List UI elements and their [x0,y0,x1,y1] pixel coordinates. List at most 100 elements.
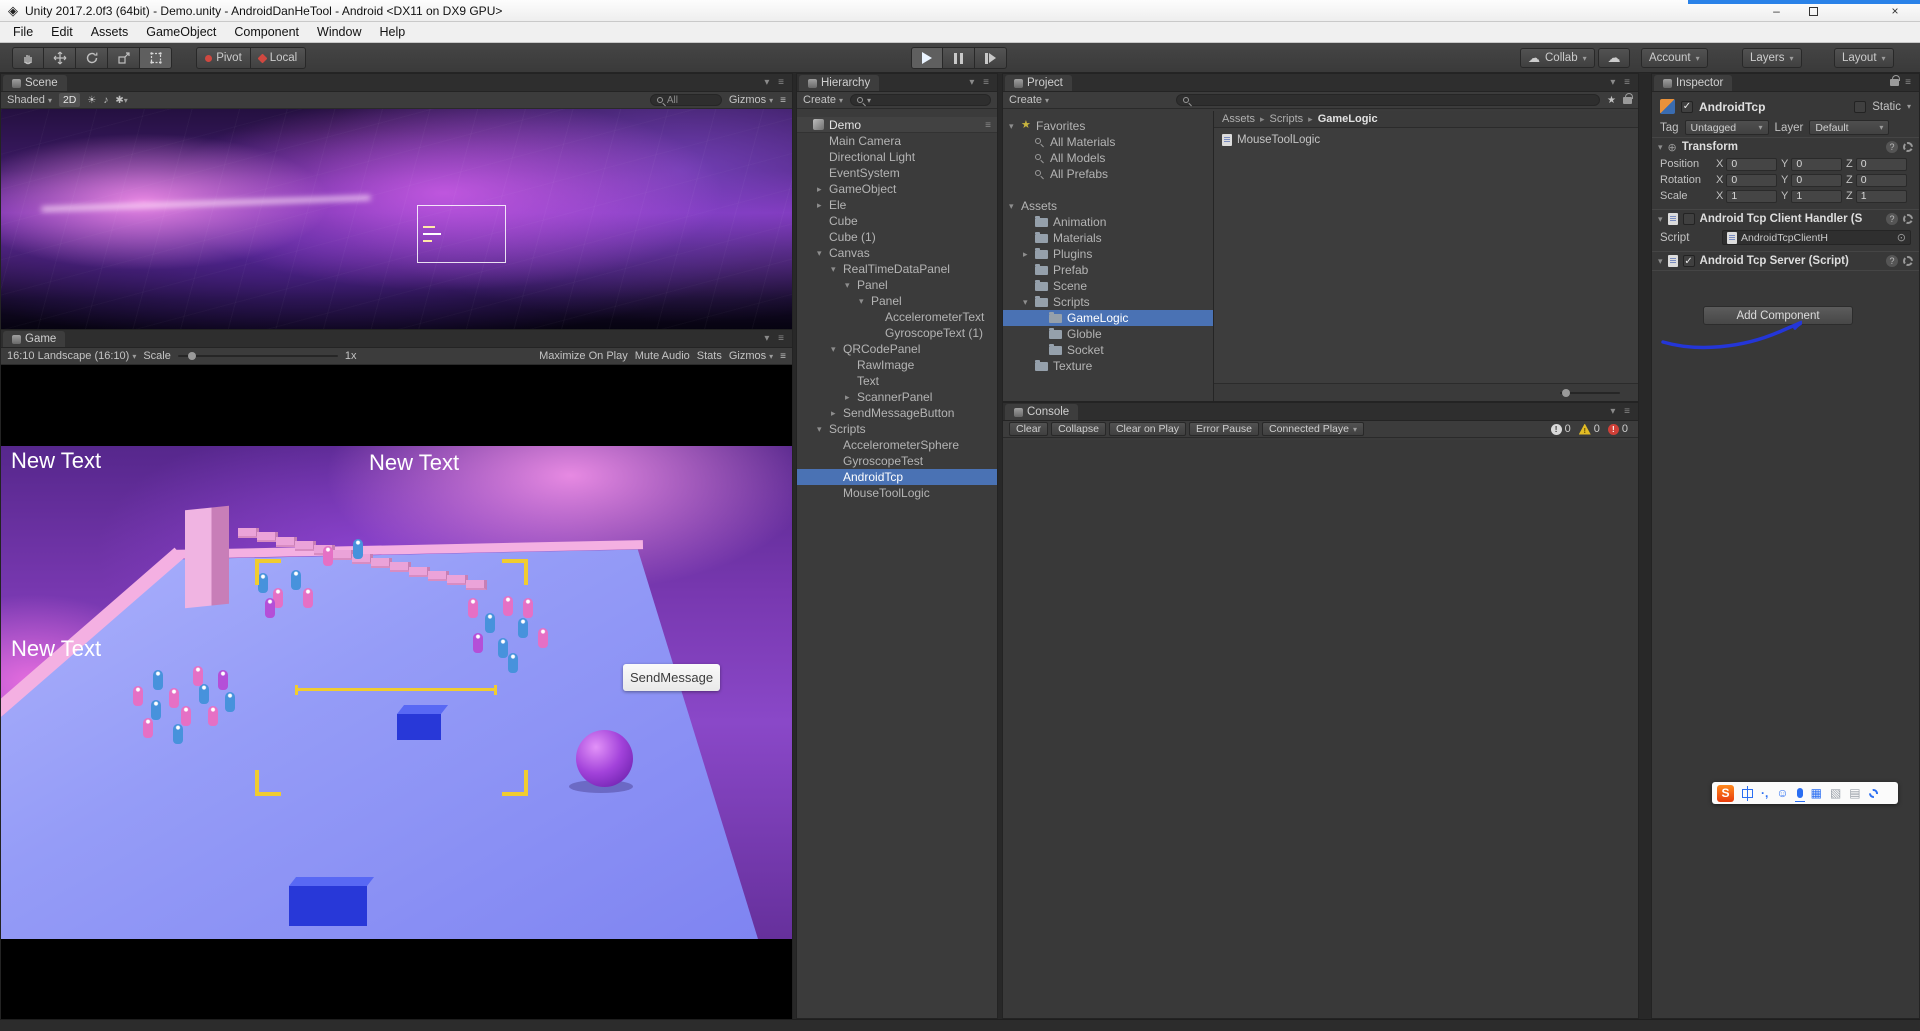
thumbnail-size-slider[interactable] [1560,392,1620,394]
lock-icon[interactable] [1890,79,1899,86]
project-folder-scripts[interactable]: ▾Scripts [1003,294,1213,310]
menu-component[interactable]: Component [225,22,308,42]
project-folder-scene[interactable]: Scene [1003,278,1213,294]
foldout-arrow[interactable]: ▾ [831,264,836,275]
project-folder-all-prefabs[interactable]: All Prefabs [1003,166,1213,182]
menu-window[interactable]: Window [308,22,370,42]
tcp-server-component-header[interactable]: ▾ ✓ Android Tcp Server (Script) ? [1652,252,1919,270]
panel-menu-icon[interactable]: ≡ [1905,77,1914,88]
foldout-arrow[interactable]: ▾ [1658,142,1663,153]
foldout-arrow[interactable]: ▸ [817,200,822,211]
scene-menu-icon[interactable]: ≡ [780,95,786,106]
help-icon[interactable]: ? [1886,255,1898,267]
ime-mic-icon[interactable] [1797,788,1803,798]
console-collapse-button[interactable]: Collapse [1051,422,1106,436]
hierarchy-item-accelerometertext[interactable]: AccelerometerText [797,309,997,325]
scale-y-field[interactable]: 1 [1791,190,1842,203]
gameobject-name[interactable]: AndroidTcp [1699,100,1848,114]
project-files-pane[interactable]: Assets▸Scripts▸GameLogic MouseToolLogic [1214,111,1638,383]
hierarchy-item-eventsystem[interactable]: EventSystem [797,165,997,181]
breadcrumb-scripts[interactable]: Scripts [1270,113,1304,125]
static-dropdown-icon[interactable]: ▾ [1907,102,1911,111]
help-icon[interactable]: ? [1886,141,1898,153]
hierarchy-item-scannerpanel[interactable]: ▸ScannerPanel [797,389,997,405]
position-y-field[interactable]: 0 [1791,158,1842,171]
hierarchy-item-gyroscopetest[interactable]: GyroscopeTest [797,453,997,469]
project-folder-animation[interactable]: Animation [1003,214,1213,230]
send-message-button[interactable]: SendMessage [623,664,720,691]
hierarchy-item-androidtcp[interactable]: AndroidTcp [797,469,997,485]
project-folder-prefab[interactable]: Prefab [1003,262,1213,278]
mute-audio-toggle[interactable]: Mute Audio [635,350,690,362]
foldout-arrow[interactable]: ▸ [1023,249,1028,260]
shaded-dropdown[interactable]: Shaded▾ [7,94,52,106]
rotation-x-field[interactable]: 0 [1726,174,1777,187]
account-dropdown[interactable]: Account▾ [1641,48,1708,68]
active-checkbox[interactable]: ✓ [1681,101,1693,113]
scene-audio-icon[interactable]: ♪ [103,95,108,106]
project-search-input[interactable] [1176,94,1600,106]
breadcrumb-assets[interactable]: Assets [1222,113,1255,125]
project-folder-globle[interactable]: Globle [1003,326,1213,342]
maximize-button[interactable] [1795,0,1832,22]
project-folder-socket[interactable]: Socket [1003,342,1213,358]
ime-keyboard-icon[interactable]: ▦ [1811,787,1822,799]
menu-file[interactable]: File [4,22,42,42]
tab-scene[interactable]: Scene [3,75,67,91]
breadcrumb-gamelogic[interactable]: GameLogic [1318,113,1378,125]
transform-component-header[interactable]: ▾ ⊕ Transform ? [1652,138,1919,156]
console-log-area[interactable] [1003,440,1638,1018]
foldout-arrow[interactable]: ▾ [1009,121,1014,132]
foldout-arrow[interactable]: ▾ [1023,297,1028,308]
tab-hierarchy[interactable]: Hierarchy [799,75,879,91]
console-error-pause-button[interactable]: Error Pause [1189,422,1259,436]
project-folder-materials[interactable]: Materials [1003,230,1213,246]
gear-icon[interactable] [1903,142,1913,152]
ime-chinese-mode-icon[interactable] [1742,789,1753,798]
menu-gameobject[interactable]: GameObject [137,22,225,42]
hierarchy-item-qrcodepanel[interactable]: ▾QRCodePanel [797,341,997,357]
tab-inspector[interactable]: Inspector [1654,75,1732,91]
thumbnail-slider-knob[interactable] [1562,389,1570,397]
tab-game[interactable]: Game [3,331,65,347]
2d-toggle[interactable]: 2D [59,93,80,107]
game-gizmos-dropdown[interactable]: Gizmos▾ [729,350,773,362]
project-folder-assets[interactable]: ▾Assets [1003,198,1213,214]
layout-dropdown[interactable]: Layout▾ [1834,48,1894,68]
foldout-arrow[interactable]: ▾ [1658,256,1663,267]
tab-console[interactable]: Console [1005,404,1078,420]
pivot-toggle-button[interactable]: Pivot [196,47,251,69]
hierarchy-item-gyroscopetext-1[interactable]: GyroscopeText (1) [797,325,997,341]
scene-viewport[interactable] [1,109,792,330]
game-viewport[interactable]: New TextNew TextNew Text SendMessage [1,365,792,1020]
hierarchy-create-dropdown[interactable]: Create▾ [803,94,843,106]
panel-menu-icons[interactable]: ▾ ≡ [1610,406,1633,417]
ime-toolbox-icon[interactable]: ▤ [1849,787,1860,799]
hierarchy-item-directional-light[interactable]: Directional Light [797,149,997,165]
hierarchy-item-canvas[interactable]: ▾Canvas [797,245,997,261]
ime-punctuation-icon[interactable]: ·, [1761,787,1768,799]
project-folder-texture[interactable]: Texture [1003,358,1213,374]
panel-menu-icons[interactable]: ▾ ≡ [764,77,787,88]
foldout-arrow[interactable]: ▾ [859,296,864,307]
layer-dropdown[interactable]: Default▾ [1809,120,1889,135]
hierarchy-item-main-camera[interactable]: Main Camera [797,133,997,149]
help-icon[interactable]: ? [1886,213,1898,225]
foldout-arrow[interactable]: ▾ [817,248,822,259]
component-enabled-checkbox[interactable] [1683,213,1695,225]
foldout-arrow[interactable]: ▾ [1009,201,1014,212]
collab-dropdown[interactable]: ☁ Collab▾ [1520,48,1595,68]
scene-lighting-icon[interactable]: ☀ [87,95,96,106]
scene-effects-icon[interactable]: ✱▾ [115,95,127,106]
hierarchy-item-scripts[interactable]: ▾Scripts [797,421,997,437]
rotate-tool-button[interactable] [76,47,108,69]
tag-dropdown[interactable]: Untagged▾ [1685,120,1769,135]
hierarchy-item-panel[interactable]: ▾Panel [797,293,997,309]
foldout-arrow[interactable]: ▸ [831,408,836,419]
component-enabled-checkbox[interactable]: ✓ [1683,255,1695,267]
hierarchy-item-text[interactable]: Text [797,373,997,389]
minimize-button[interactable]: – [1758,0,1795,22]
foldout-arrow[interactable]: ▾ [831,344,836,355]
project-folder-plugins[interactable]: ▸Plugins [1003,246,1213,262]
console-error-count[interactable]: !0 [1608,423,1628,435]
